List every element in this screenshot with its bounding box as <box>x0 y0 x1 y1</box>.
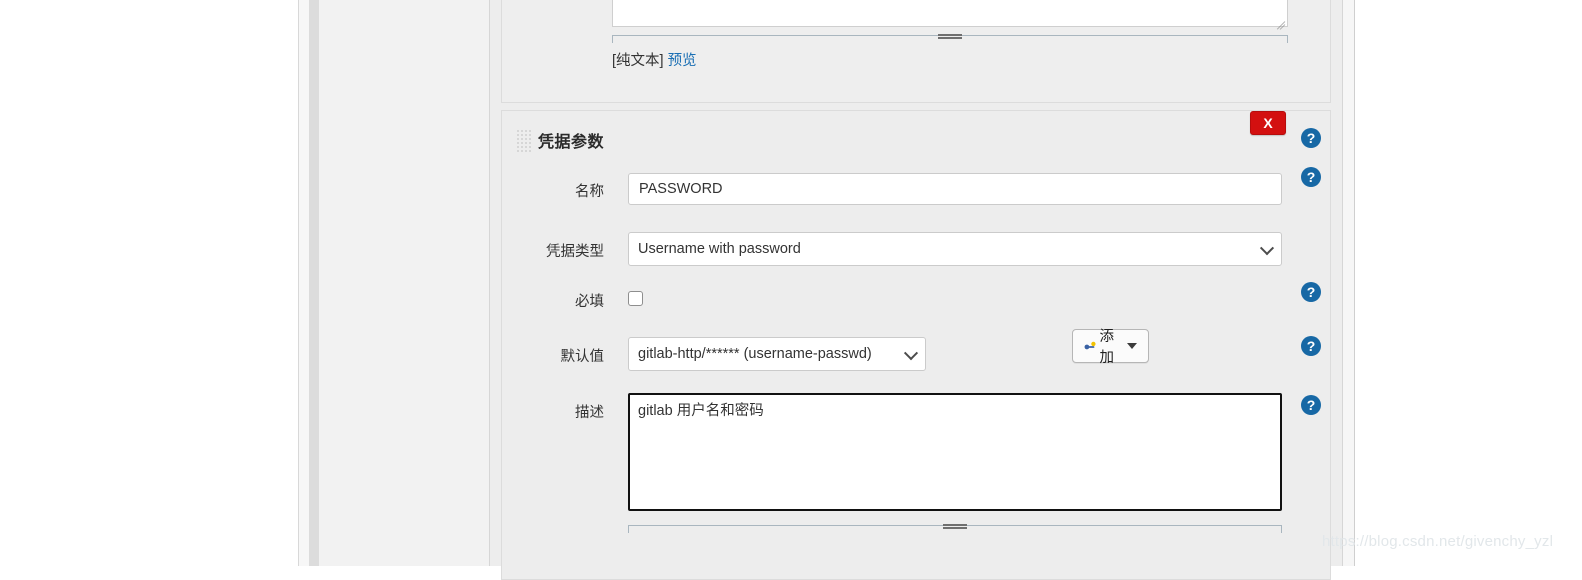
description-textarea[interactable]: gitlab 用户名和密码 <box>628 393 1282 511</box>
help-icon-panel[interactable]: ? <box>1301 128 1321 148</box>
panel-title: 凭据参数 <box>538 134 605 151</box>
right-blank-area <box>1355 0 1582 566</box>
required-checkbox[interactable] <box>628 291 643 306</box>
credential-parameter-panel: 凭据参数 名称 凭据类型 Username with password <box>501 110 1331 580</box>
description-label: 描述 <box>575 405 604 421</box>
add-credential-button[interactable]: 添加 <box>1072 329 1149 366</box>
drag-bar-knob-icon[interactable] <box>943 524 967 529</box>
plaintext-preview-row: [纯文本] 预览 <box>612 49 697 70</box>
default-value-label: 默认值 <box>560 349 605 365</box>
credential-type-label: 凭据类型 <box>546 244 604 260</box>
description-panel-drag-bar[interactable] <box>628 524 1282 533</box>
upper-textarea[interactable] <box>613 0 1287 26</box>
default-value-select-wrapper[interactable]: gitlab-http/****** (username-passwd) <box>628 337 926 371</box>
default-value-select[interactable]: gitlab-http/****** (username-passwd) <box>628 337 926 371</box>
name-label: 名称 <box>575 184 604 200</box>
credential-key-icon <box>1084 341 1096 350</box>
sidebar-column-edge <box>490 0 499 566</box>
left-gutter-inner <box>309 0 319 566</box>
right-gutter <box>1343 0 1355 566</box>
left-blank-area <box>0 0 298 566</box>
textarea-resize-grip-icon[interactable] <box>1273 13 1286 30</box>
caret-down-icon <box>1126 343 1137 349</box>
help-icon-required[interactable]: ? <box>1301 282 1321 302</box>
credential-type-select-wrapper[interactable]: Username with password <box>628 232 1282 266</box>
delete-parameter-button[interactable]: X <box>1250 111 1286 135</box>
required-label: 必填 <box>575 294 604 310</box>
plaintext-label: [纯文本] <box>612 53 664 69</box>
upper-panel-drag-bar[interactable] <box>612 34 1288 43</box>
drag-bar-knob-icon[interactable] <box>938 34 962 39</box>
preview-link[interactable]: 预览 <box>668 53 697 69</box>
credential-type-select[interactable]: Username with password <box>628 232 1282 266</box>
panel-drag-grip-icon[interactable] <box>517 130 531 152</box>
help-icon-description[interactable]: ? <box>1301 395 1321 415</box>
upper-textarea-wrapper[interactable] <box>612 0 1288 30</box>
left-gutter-outer <box>298 0 309 566</box>
name-input[interactable] <box>628 173 1282 205</box>
help-icon-default-value[interactable]: ? <box>1301 336 1321 356</box>
upper-script-panel: [纯文本] 预览 <box>501 0 1331 103</box>
help-icon-name[interactable]: ? <box>1301 167 1321 187</box>
sidebar-column <box>319 0 490 566</box>
page-root: [纯文本]预览 凭据参数 名称 凭据类型 Username with <box>0 0 1582 580</box>
main-content-column: [纯文本]预览 凭据参数 名称 凭据类型 Username with <box>499 0 1343 580</box>
add-credential-button-label: 添加 <box>1099 329 1114 366</box>
